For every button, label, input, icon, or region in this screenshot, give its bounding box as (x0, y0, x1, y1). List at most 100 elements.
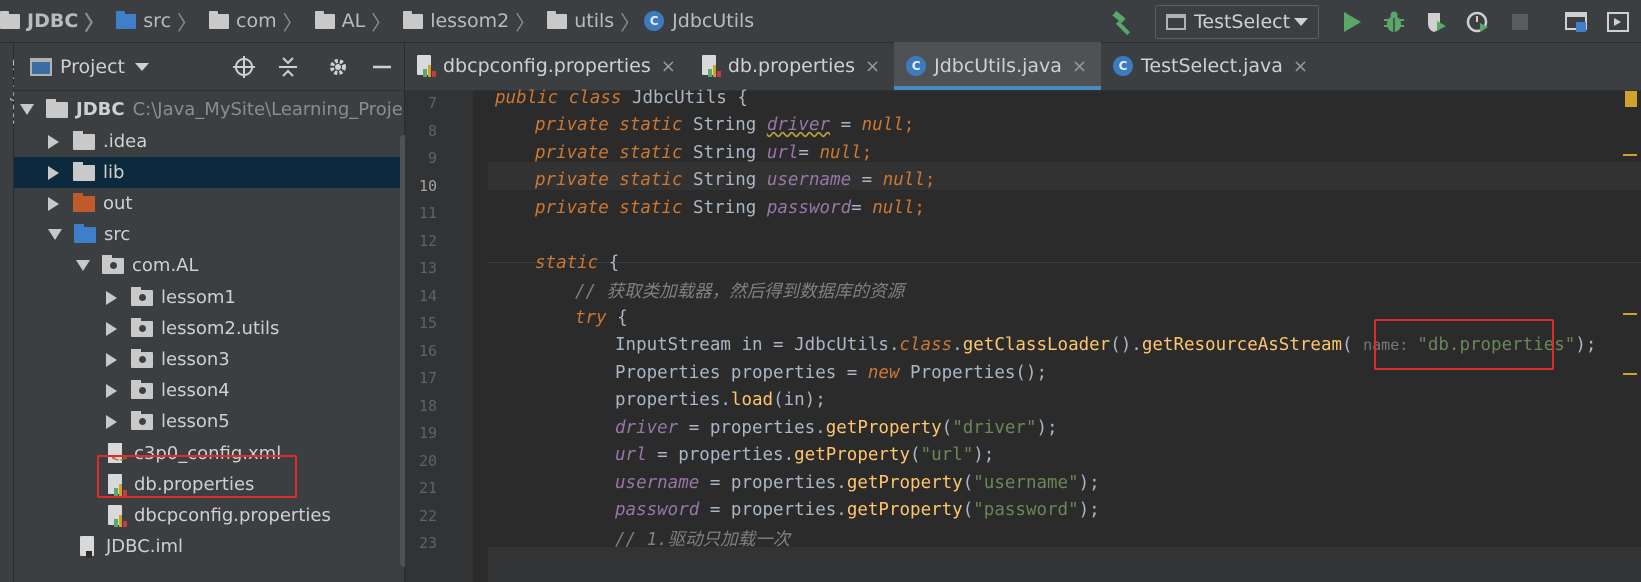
line-number: 12 (418, 232, 437, 250)
tab-db-properties[interactable]: db.properties × (690, 42, 894, 90)
locate-icon[interactable] (232, 55, 256, 79)
module-folder-icon (46, 98, 68, 118)
source-folder-icon (74, 223, 96, 243)
tree-item-lessom2-utils[interactable]: lessom2.utils (14, 313, 404, 344)
breadcrumb-item-lessom2[interactable]: lessom2 〉 (395, 7, 539, 36)
code-line-15: try { (575, 308, 628, 328)
project-view-icon (30, 57, 52, 76)
breadcrumb-item-jdbcutils[interactable]: C JdbcUtils (644, 10, 754, 32)
highlight-box-db-properties (97, 455, 297, 498)
collapse-arrow-icon[interactable] (48, 196, 59, 211)
tree-item-lesson4[interactable]: lesson4 (14, 375, 404, 406)
collapse-arrow-icon[interactable] (106, 414, 117, 429)
java-class-icon: C (644, 11, 665, 31)
collapse-arrow-icon[interactable] (106, 290, 117, 305)
tree-item-dbcpconfig-properties[interactable]: dbcpconfig.properties (14, 500, 404, 531)
error-stripe[interactable] (1623, 91, 1637, 582)
properties-file-icon (417, 55, 437, 77)
line-number-gutter: 7 8 9 10 11 12 13 14 15 16 17 18 19 20 2… (405, 91, 473, 582)
line-number: 7 (427, 94, 437, 112)
breadcrumb-item-src[interactable]: src 〉 (108, 7, 201, 36)
tree-item-com-al[interactable]: com.AL (14, 250, 404, 281)
package-icon (131, 379, 153, 399)
run-with-coverage-icon[interactable] (1423, 9, 1449, 35)
close-icon[interactable]: × (1072, 56, 1087, 77)
package-icon (403, 10, 424, 29)
close-icon[interactable]: × (865, 56, 880, 77)
code-line-14: // 获取类加载器，然后得到数据库的资源 (575, 281, 905, 302)
package-icon (209, 10, 230, 29)
excluded-folder-icon (73, 192, 95, 212)
breadcrumb-item-al[interactable]: AL 〉 (307, 7, 396, 36)
breadcrumb-item-utils[interactable]: utils 〉 (539, 7, 644, 36)
tab-testselect-java[interactable]: C TestSelect.java × (1101, 42, 1322, 90)
line-number: 9 (427, 149, 437, 167)
settings-gear-icon[interactable] (326, 55, 350, 79)
collapse-arrow-icon[interactable] (48, 165, 59, 180)
warning-marker[interactable] (1623, 313, 1637, 315)
breadcrumb-item-jdbc[interactable]: JDBC 〉 (0, 7, 108, 36)
tree-item-src[interactable]: src (14, 219, 404, 250)
editor-area: dbcpconfig.properties × db.properties × … (405, 42, 1641, 582)
tree-item-idea[interactable]: .idea (14, 126, 404, 157)
line-number: 23 (418, 534, 437, 552)
debug-icon[interactable] (1381, 9, 1407, 35)
tree-item-lesson3[interactable]: lesson3 (14, 344, 404, 375)
tree-item-lessom1[interactable]: lessom1 (14, 282, 404, 313)
line-number: 16 (418, 342, 437, 360)
expand-arrow-icon[interactable] (76, 260, 90, 271)
line-number: 19 (418, 424, 437, 442)
collapse-arrow-icon[interactable] (106, 321, 117, 336)
collapse-icon[interactable] (276, 55, 300, 79)
project-view-select[interactable]: Project (30, 56, 150, 78)
collapse-arrow-icon[interactable] (106, 352, 117, 367)
close-icon[interactable]: × (661, 56, 676, 77)
expand-arrow-icon[interactable] (20, 104, 34, 115)
breadcrumb-item-com[interactable]: com 〉 (201, 7, 307, 36)
properties-file-icon (108, 504, 128, 527)
tree-item-jdbc[interactable]: JDBC C:\Java_MySite\Learning_Proje (14, 94, 404, 125)
close-icon[interactable]: × (1293, 56, 1308, 77)
warning-marker[interactable] (1623, 373, 1637, 375)
code-line-20: url = properties. getProperty("url"); (615, 445, 995, 465)
package-icon (131, 286, 153, 306)
expand-arrow-icon[interactable] (48, 229, 62, 240)
line-number: 21 (418, 479, 437, 497)
code-line-7: public class JdbcUtils { (495, 88, 748, 108)
package-icon (131, 348, 153, 368)
warning-marker[interactable] (1623, 154, 1637, 156)
warning-marker[interactable] (1625, 91, 1637, 107)
run-configuration-select[interactable]: TestSelect (1155, 4, 1319, 39)
code-line-23: // 1.驱动只加载一次 (615, 529, 791, 550)
run-toolbar: TestSelect (1109, 0, 1641, 43)
project-panel-header: Project (14, 43, 404, 91)
folder-icon (73, 161, 95, 181)
collapse-arrow-icon[interactable] (106, 383, 117, 398)
build-hammer-icon[interactable] (1109, 8, 1137, 36)
collapse-arrow-icon[interactable] (48, 134, 59, 149)
package-icon (102, 254, 124, 274)
profile-icon[interactable] (1465, 9, 1491, 35)
terminal-icon[interactable] (1605, 9, 1631, 35)
tree-item-jdbc-iml[interactable]: JDBC.iml (14, 531, 404, 562)
tree-item-lib[interactable]: lib (14, 157, 404, 188)
line-number: 13 (418, 259, 437, 277)
package-icon (547, 10, 568, 29)
run-icon[interactable] (1339, 9, 1365, 35)
code-line-18: properties. load (in); (615, 390, 826, 410)
source-folder-icon (116, 10, 137, 29)
project-structure-icon[interactable] (1563, 9, 1589, 35)
tab-dbcpconfig-properties[interactable]: dbcpconfig.properties × (405, 42, 690, 90)
java-class-icon: C (906, 56, 927, 76)
tab-jdbcutils-java[interactable]: C JdbcUtils.java × (894, 42, 1102, 90)
folder-icon (73, 130, 95, 150)
stop-icon[interactable] (1507, 9, 1533, 35)
chevron-down-icon (1294, 17, 1308, 26)
tree-item-lesson5[interactable]: lesson5 (14, 406, 404, 437)
hide-icon[interactable] (370, 55, 394, 79)
chevron-right-icon: 〉 (515, 10, 536, 35)
package-icon (131, 317, 153, 337)
tree-item-out[interactable]: out (14, 188, 404, 219)
line-number: 20 (418, 452, 437, 470)
breadcrumb: JDBC 〉 src 〉 com 〉 AL 〉 lessom2 〉 utils … (0, 0, 754, 43)
